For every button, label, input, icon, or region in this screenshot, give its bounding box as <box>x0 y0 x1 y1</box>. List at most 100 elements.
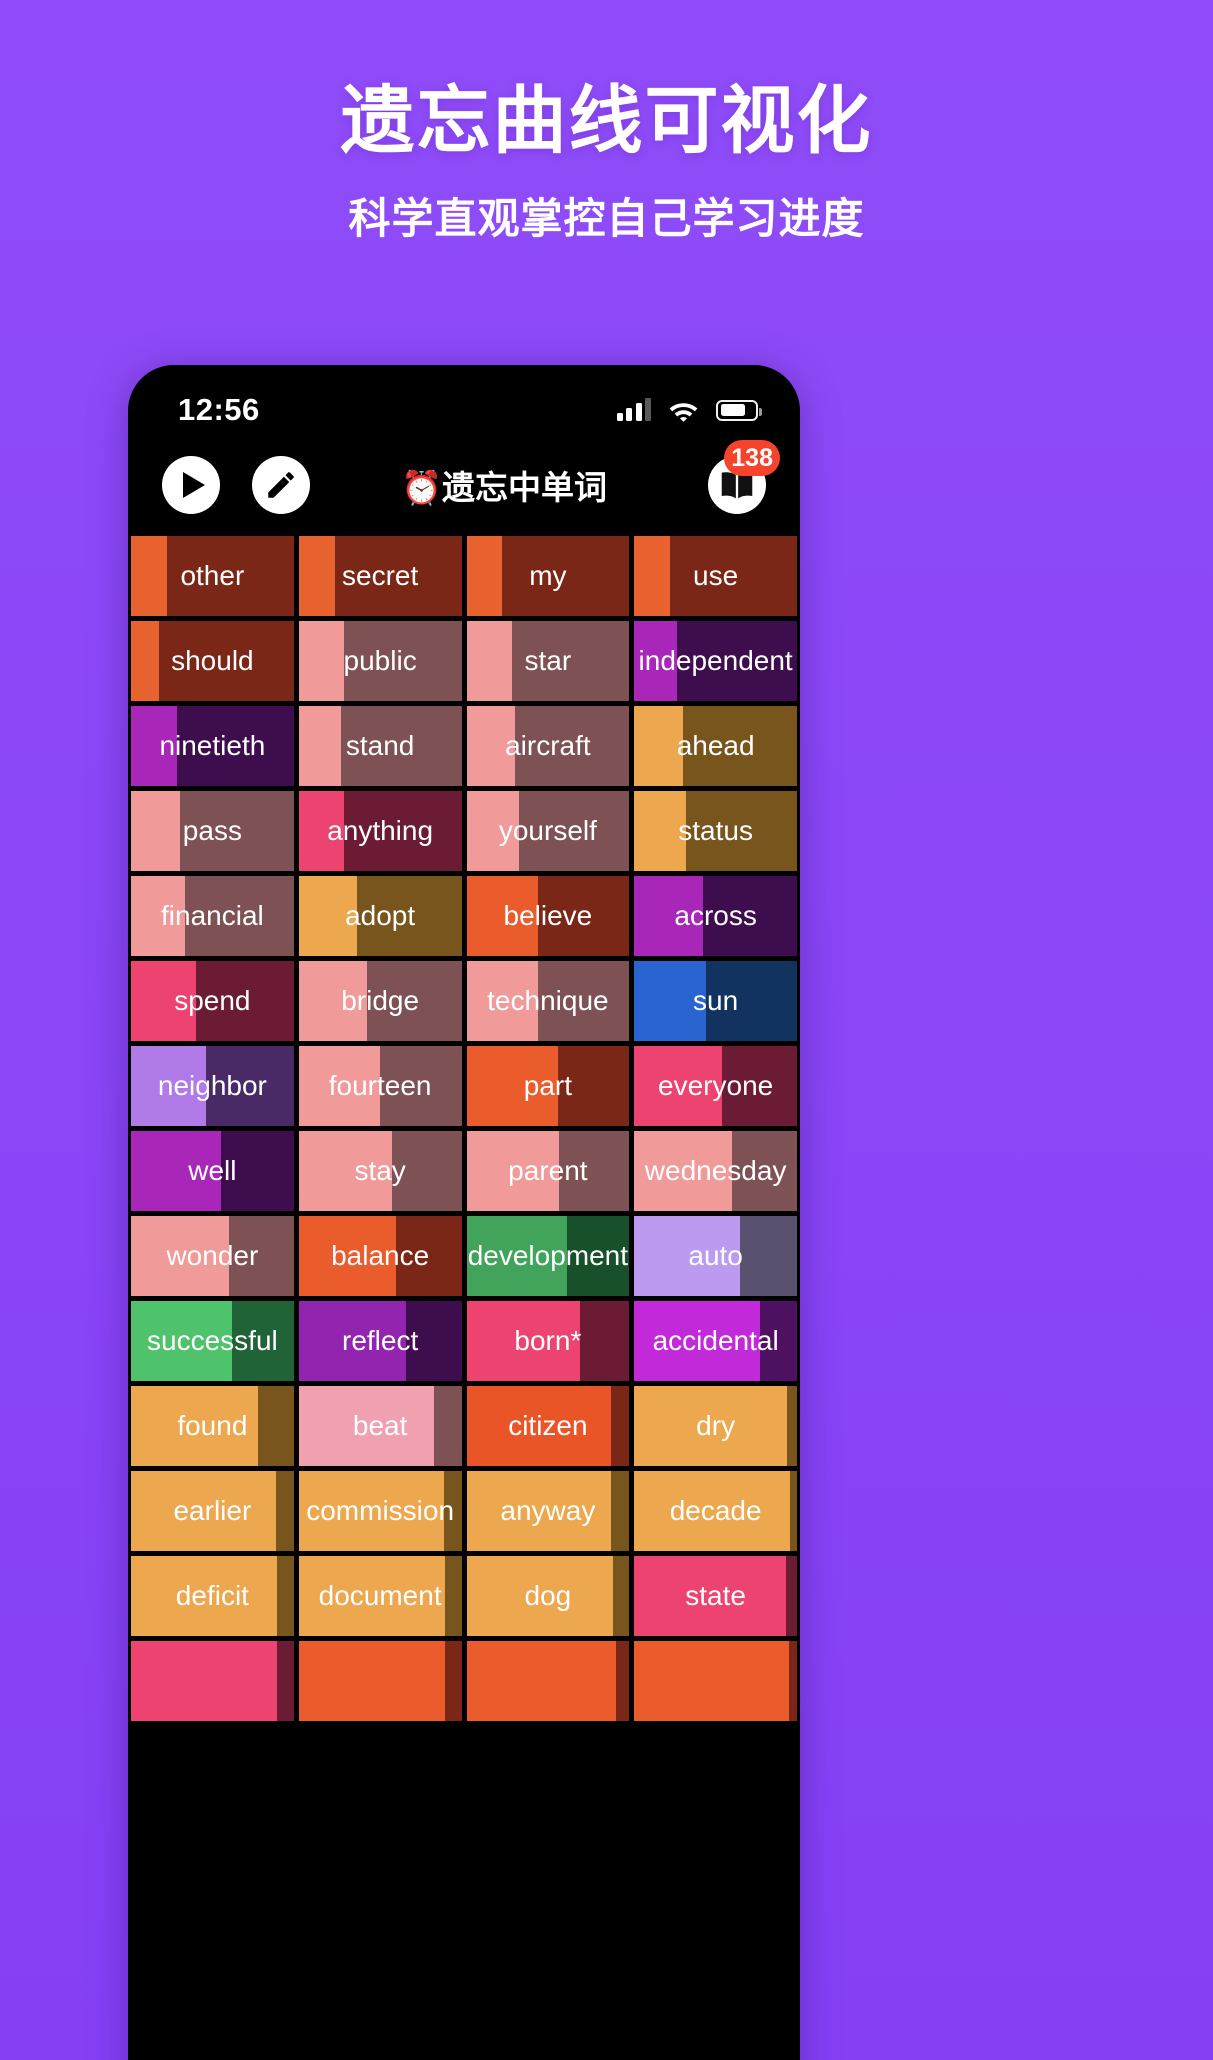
headline-block: 遗忘曲线可视化 科学直观掌控自己学习进度 <box>0 78 1213 246</box>
word-cell[interactable]: auto <box>634 1216 797 1296</box>
word-cell[interactable]: status <box>634 791 797 871</box>
word-cell-progress <box>298 536 335 616</box>
word-cell-label: balance <box>331 1240 430 1271</box>
word-cell[interactable]: citizen <box>466 1386 630 1466</box>
word-cell-label: anyway <box>500 1495 596 1526</box>
promo-screen: 遗忘曲线可视化 科学直观掌控自己学习进度 12:56 ⏰遗忘中单词 138 ot… <box>0 0 1213 2060</box>
navbar-title: ⏰遗忘中单词 <box>400 469 608 506</box>
word-cell[interactable]: anything <box>298 791 462 871</box>
word-cell[interactable]: deficit <box>131 1556 294 1636</box>
word-cell[interactable]: state <box>634 1556 797 1636</box>
word-cell[interactable]: yourself <box>466 791 630 871</box>
word-cell[interactable]: found <box>131 1386 294 1466</box>
word-cell[interactable]: stand <box>298 706 462 786</box>
battery-icon <box>716 399 762 421</box>
word-cell[interactable]: reflect <box>298 1301 462 1381</box>
word-cell[interactable]: anyway <box>466 1471 630 1551</box>
word-cell-progress <box>298 621 345 701</box>
word-cell-progress <box>298 1641 446 1721</box>
book-button-wrapper[interactable]: 138 <box>708 440 780 514</box>
word-cell-label: pass <box>182 815 242 846</box>
play-button[interactable] <box>162 456 220 514</box>
word-cell-label: adopt <box>345 900 416 931</box>
word-cell[interactable] <box>466 1641 630 1721</box>
word-cell-progress <box>466 536 503 616</box>
word-cell-label: my <box>529 560 567 591</box>
word-cell[interactable]: aircraft <box>466 706 630 786</box>
word-cell[interactable]: believe <box>466 876 630 956</box>
word-cell[interactable]: financial <box>131 876 294 956</box>
word-cell-label: financial <box>161 900 264 931</box>
word-cell[interactable]: wednesday <box>634 1131 797 1211</box>
word-cell-label: dog <box>524 1580 572 1611</box>
word-cell[interactable]: development <box>466 1216 630 1296</box>
word-cell-label: successful <box>147 1325 278 1356</box>
word-cell-label: star <box>524 645 572 676</box>
word-cell-label: beat <box>352 1410 408 1441</box>
word-cell[interactable]: part <box>466 1046 630 1126</box>
word-cell-progress <box>634 1641 789 1721</box>
word-cell[interactable]: technique <box>466 961 630 1041</box>
word-cell[interactable]: star <box>466 621 630 701</box>
edit-button[interactable] <box>252 456 310 514</box>
word-cell[interactable]: fourteen <box>298 1046 462 1126</box>
word-cell[interactable]: independent <box>634 621 797 701</box>
word-cell-label: technique <box>487 985 609 1016</box>
word-cell[interactable]: pass <box>131 791 294 871</box>
word-cell-label: should <box>171 645 254 676</box>
word-cell-label: part <box>523 1070 572 1101</box>
word-cell[interactable] <box>634 1641 797 1721</box>
word-cell-label: sun <box>693 985 739 1016</box>
word-cell[interactable]: dog <box>466 1556 630 1636</box>
word-cell[interactable]: across <box>634 876 797 956</box>
word-cell-label: wednesday <box>644 1155 787 1186</box>
word-cell[interactable]: wonder <box>131 1216 294 1296</box>
word-cell-label: bridge <box>341 985 420 1016</box>
word-cell-label: status <box>678 815 753 846</box>
word-cell[interactable]: born* <box>466 1301 630 1381</box>
word-cell[interactable]: secret <box>298 536 462 616</box>
word-cell[interactable]: dry <box>634 1386 797 1466</box>
word-cell[interactable]: spend <box>131 961 294 1041</box>
word-cell[interactable]: well <box>131 1131 294 1211</box>
word-cell[interactable]: earlier <box>131 1471 294 1551</box>
word-cell-progress <box>634 536 671 616</box>
word-cell-label: earlier <box>173 1495 252 1526</box>
word-cell[interactable]: adopt <box>298 876 462 956</box>
word-cell[interactable]: should <box>131 621 294 701</box>
word-cell[interactable]: parent <box>466 1131 630 1211</box>
word-cell[interactable]: document <box>298 1556 462 1636</box>
word-cell-progress <box>131 1641 278 1721</box>
word-cell[interactable]: public <box>298 621 462 701</box>
word-cell-label: secret <box>342 560 419 591</box>
word-cell[interactable]: neighbor <box>131 1046 294 1126</box>
word-cell-progress <box>131 791 180 871</box>
word-cell-label: development <box>467 1240 629 1271</box>
play-icon <box>183 472 205 498</box>
word-cell[interactable]: commission <box>298 1471 462 1551</box>
word-cell[interactable]: balance <box>298 1216 462 1296</box>
word-cell[interactable]: bridge <box>298 961 462 1041</box>
word-cell[interactable] <box>131 1641 294 1721</box>
word-cell[interactable]: everyone <box>634 1046 797 1126</box>
word-cell-progress <box>131 621 159 701</box>
word-cell[interactable] <box>298 1641 462 1721</box>
word-cell[interactable]: use <box>634 536 797 616</box>
word-cell[interactable]: beat <box>298 1386 462 1466</box>
word-cell[interactable]: decade <box>634 1471 797 1551</box>
word-cell[interactable]: sun <box>634 961 797 1041</box>
word-cell[interactable]: successful <box>131 1301 294 1381</box>
word-cell[interactable]: ninetieth <box>131 706 294 786</box>
word-cell-label: wonder <box>166 1240 259 1271</box>
word-cell-label: ahead <box>676 730 755 761</box>
status-icons <box>616 398 762 422</box>
wifi-icon <box>668 399 699 422</box>
word-cell[interactable]: my <box>466 536 630 616</box>
word-cell[interactable]: other <box>131 536 294 616</box>
status-bar: 12:56 <box>128 365 800 437</box>
word-cell-label: parent <box>508 1155 588 1186</box>
word-cell[interactable]: stay <box>298 1131 462 1211</box>
word-cell[interactable]: accidental <box>634 1301 797 1381</box>
word-cell[interactable]: ahead <box>634 706 797 786</box>
word-cell-label: other <box>180 560 245 591</box>
